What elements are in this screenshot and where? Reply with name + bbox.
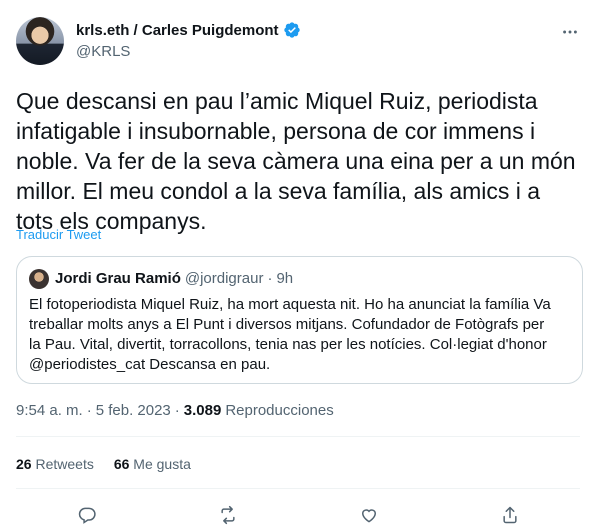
verified-badge-icon: [283, 21, 301, 39]
author-name-row: krls.eth / Carles Puigdemont: [76, 21, 301, 39]
quoted-tweet-header: Jordi Grau Ramió @jordigraur · 9h: [55, 269, 293, 289]
tweet-time[interactable]: 9:54 a. m.: [16, 402, 83, 419]
views-count: 3.089: [183, 402, 222, 419]
likes-label: Me gusta: [133, 456, 191, 472]
tweet-header: krls.eth / Carles Puigdemont @KRLS: [16, 14, 580, 70]
more-icon[interactable]: [560, 22, 580, 42]
author-handle[interactable]: @KRLS: [76, 43, 130, 60]
tweet-text: Que descansi en pau l’amic Miquel Ruiz, …: [16, 88, 576, 234]
views-label: Reproducciones: [225, 402, 334, 419]
author-avatar[interactable]: [16, 17, 64, 65]
divider: [16, 436, 580, 437]
translate-tweet-link[interactable]: Traducir Tweet: [16, 227, 101, 242]
retweets-stat[interactable]: 26 Retweets: [16, 456, 94, 472]
share-icon[interactable]: [499, 504, 521, 526]
quoted-tweet-card[interactable]: Jordi Grau Ramió @jordigraur · 9h El fot…: [16, 256, 583, 384]
likes-count: 66: [113, 456, 130, 472]
meta-separator: ·: [86, 402, 92, 419]
quoted-time: 9h: [276, 270, 294, 287]
retweet-icon[interactable]: [217, 504, 239, 526]
retweets-count: 26: [16, 456, 32, 472]
tweet-actions: [16, 500, 580, 530]
tweet-meta: 9:54 a. m. · 5 feb. 2023 · 3.089 Reprodu…: [16, 402, 334, 419]
tweet-stats: 26 Retweets 66 Me gusta: [16, 456, 191, 472]
quoted-author-name: Jordi Grau Ramió: [55, 270, 181, 287]
meta-separator: ·: [174, 402, 180, 419]
author-display-name[interactable]: krls.eth / Carles Puigdemont: [76, 22, 279, 39]
tweet-date[interactable]: 5 feb. 2023: [96, 402, 171, 419]
retweets-label: Retweets: [35, 456, 94, 472]
quoted-separator: ·: [267, 270, 273, 287]
likes-stat[interactable]: 66 Me gusta: [114, 456, 191, 472]
quoted-tweet-text: El fotoperiodista Miquel Ruiz, ha mort a…: [29, 296, 551, 373]
divider: [16, 488, 580, 489]
quoted-author-avatar: [29, 269, 49, 289]
heart-icon[interactable]: [358, 504, 380, 526]
reply-icon[interactable]: [76, 504, 98, 526]
quoted-author-handle: @jordigraur: [184, 270, 264, 287]
